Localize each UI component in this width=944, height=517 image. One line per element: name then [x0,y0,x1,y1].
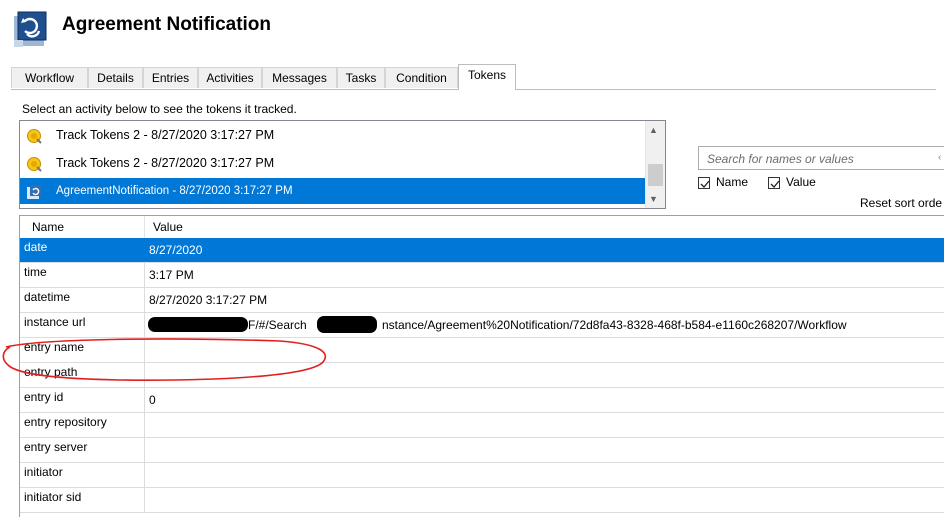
tab-tasks[interactable]: Tasks [337,67,385,88]
tab-messages[interactable]: Messages [262,67,337,88]
scrollbar-thumb[interactable] [648,164,663,186]
token-value: 3:17 PM [149,268,194,282]
tab-activities[interactable]: Activities [198,67,262,88]
title-bar: Agreement Notification [0,0,944,62]
tab-details[interactable]: Details [88,67,143,88]
table-row[interactable]: datetime 8/27/2020 3:17:27 PM [20,288,944,313]
scroll-up-icon[interactable]: ▲ [649,125,658,135]
track-tokens-icon [26,127,42,144]
name-filter-checkbox[interactable] [698,177,710,189]
checkmark-icon [700,180,710,188]
tab-entries[interactable]: Entries [143,67,198,88]
value-filter-label: Value [786,175,816,189]
reset-sort-link[interactable]: Reset sort orde [860,196,942,210]
token-name: date [20,238,145,262]
table-row[interactable]: initiator [20,463,944,488]
token-value: 0 [149,393,156,407]
activity-label: Track Tokens 2 - 8/27/2020 3:17:27 PM [56,156,275,170]
table-row[interactable]: date 8/27/2020 [20,238,944,263]
redaction-mark [148,317,248,332]
workflow-app-icon [12,10,48,48]
column-divider[interactable] [144,216,145,238]
activity-label: AgreementNotification - 8/27/2020 3:17:2… [56,185,293,197]
page-title: Agreement Notification [62,14,272,35]
activity-item[interactable]: Track Tokens 2 - 8/27/2020 3:17:27 PM [20,122,646,148]
workflow-icon [26,183,42,199]
grid-header: Name Value [20,216,944,239]
value-filter-checkbox[interactable] [768,177,780,189]
activity-item-selected[interactable]: AgreementNotification - 8/27/2020 3:17:2… [20,178,646,204]
activity-list[interactable]: Track Tokens 2 - 8/27/2020 3:17:27 PM Tr… [19,120,666,209]
table-row[interactable]: instance url F/#/Search nstance/Agreemen… [20,313,944,338]
checkmark-icon [770,180,780,188]
token-name: entry name [20,338,145,362]
name-filter-label: Name [716,175,749,189]
token-name: initiator [20,463,145,487]
table-row[interactable]: entry id 0 [20,388,944,413]
token-name: entry repository [20,413,145,437]
token-grid: Name Value date 8/27/2020 time 3:17 PM d… [19,215,944,517]
token-value: 8/27/2020 3:17:27 PM [149,293,268,307]
table-row[interactable]: time 3:17 PM [20,263,944,288]
token-name: instance url [20,313,145,337]
token-name: datetime [20,288,145,312]
track-tokens-icon [26,155,42,172]
table-row[interactable]: entry repository [20,413,944,438]
tab-workflow[interactable]: Workflow [11,67,88,88]
search-box: ‹ [698,146,944,170]
instruction-text: Select an activity below to see the toke… [22,102,297,116]
token-value-tail: nstance/Agreement%20Notification/72d8fa4… [382,318,847,332]
scroll-down-icon[interactable]: ▼ [649,194,658,204]
table-row[interactable]: entry path [20,363,944,388]
token-value: F/#/Search [248,318,307,332]
table-row[interactable]: entry name [20,338,944,363]
table-row[interactable]: entry server [20,438,944,463]
token-value: 8/27/2020 [149,243,203,257]
token-name: time [20,263,145,287]
tab-condition[interactable]: Condition [385,67,458,88]
activity-label: Track Tokens 2 - 8/27/2020 3:17:27 PM [56,128,275,142]
activity-scrollbar[interactable]: ▲ ▼ [645,121,665,208]
table-row[interactable]: initiator sid [20,488,944,513]
search-input[interactable] [705,148,939,170]
activity-item[interactable]: Track Tokens 2 - 8/27/2020 3:17:27 PM [20,150,646,176]
token-name: entry path [20,363,145,387]
column-header-value[interactable]: Value [153,220,183,234]
redaction-mark [317,316,377,333]
column-header-name[interactable]: Name [32,220,64,234]
tab-bar: Workflow Details Entries Activities Mess… [11,64,936,90]
token-name: entry server [20,438,145,462]
token-name: initiator sid [20,488,145,512]
token-name: entry id [20,388,145,412]
search-clear-icon[interactable]: ‹ [938,152,942,163]
tab-tokens[interactable]: Tokens [458,64,516,90]
